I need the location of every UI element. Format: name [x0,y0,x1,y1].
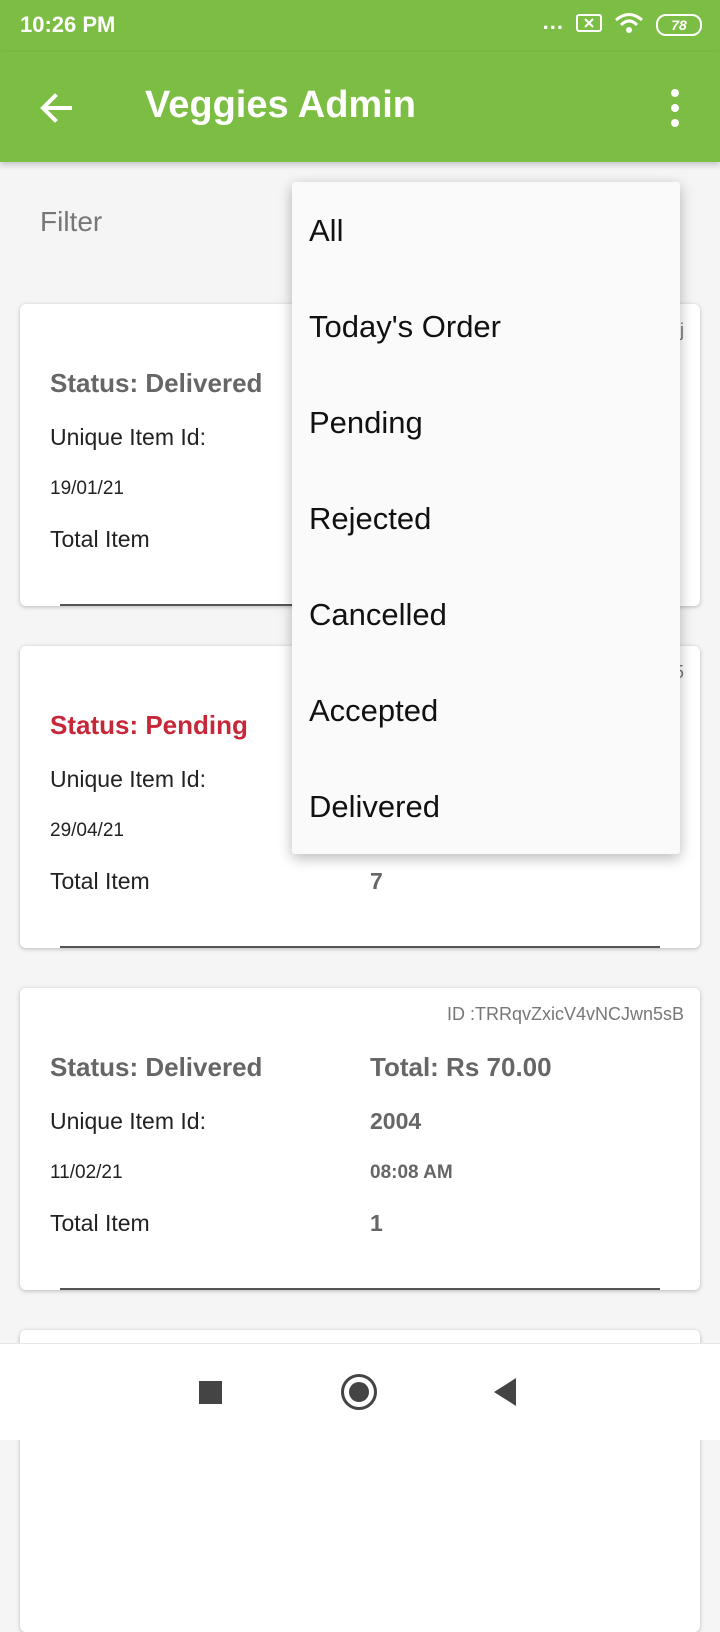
order-time: 08:08 AM [370,1162,453,1183]
filter-dropdown-menu: All Today's Order Pending Rejected Cance… [292,182,680,854]
nav-back-icon[interactable] [494,1378,516,1406]
system-nav-bar [0,1343,720,1440]
total-item-value: 7 [370,868,383,894]
filter-label[interactable]: Filter [40,206,102,238]
order-status: Status: Pending [50,710,248,740]
filter-option-todays-order[interactable]: Today's Order [292,278,680,374]
order-status: Status: Delivered [50,368,263,398]
total-item-label: Total Item [50,1210,150,1236]
order-id: ID :TRRqvZxicV4vNCJwn5sB [446,1004,684,1024]
app-bar: Veggies Admin [0,52,720,162]
filter-option-cancelled[interactable]: Cancelled [292,566,680,662]
total-item-label: Total Item [50,526,150,552]
filter-option-accepted[interactable]: Accepted [292,662,680,758]
order-date: 19/01/21 [50,478,124,499]
card-divider [60,946,660,948]
filter-option-pending[interactable]: Pending [292,374,680,470]
card-divider [60,1288,660,1290]
recents-icon[interactable] [199,1381,222,1404]
home-icon[interactable] [341,1374,377,1410]
total-item-value: 1 [370,1210,383,1236]
filter-option-rejected[interactable]: Rejected [292,470,680,566]
arrow-back-icon[interactable] [36,88,76,128]
more-vert-icon[interactable] [660,88,690,128]
sim-off-icon [576,13,602,38]
order-id: j [680,320,684,340]
unique-item-id-label: Unique Item Id: [50,766,206,792]
status-bar: 10:26 PM ... 78 [0,0,720,52]
unique-item-id-label: Unique Item Id: [50,1108,206,1134]
unique-item-id-label: Unique Item Id: [50,424,206,450]
order-total: Total: Rs 70.00 [370,1052,552,1082]
status-icons: ... 78 [543,10,702,40]
filter-option-all[interactable]: All [292,182,680,278]
order-card[interactable]: ID :TRRqvZxicV4vNCJwn5sB Status: Deliver… [20,988,700,1290]
order-status: Status: Delivered [50,1052,263,1082]
order-date: 11/02/21 [50,1162,123,1183]
total-item-label: Total Item [50,868,150,894]
order-date: 29/04/21 [50,820,124,841]
filter-option-delivered[interactable]: Delivered [292,758,680,854]
wifi-icon [614,12,644,39]
status-time: 10:26 PM [20,12,116,37]
battery-icon: 78 [656,14,702,36]
page-title: Veggies Admin [145,84,416,126]
unique-item-id-value: 2004 [370,1108,422,1134]
more-notifications-icon: ... [542,9,564,34]
